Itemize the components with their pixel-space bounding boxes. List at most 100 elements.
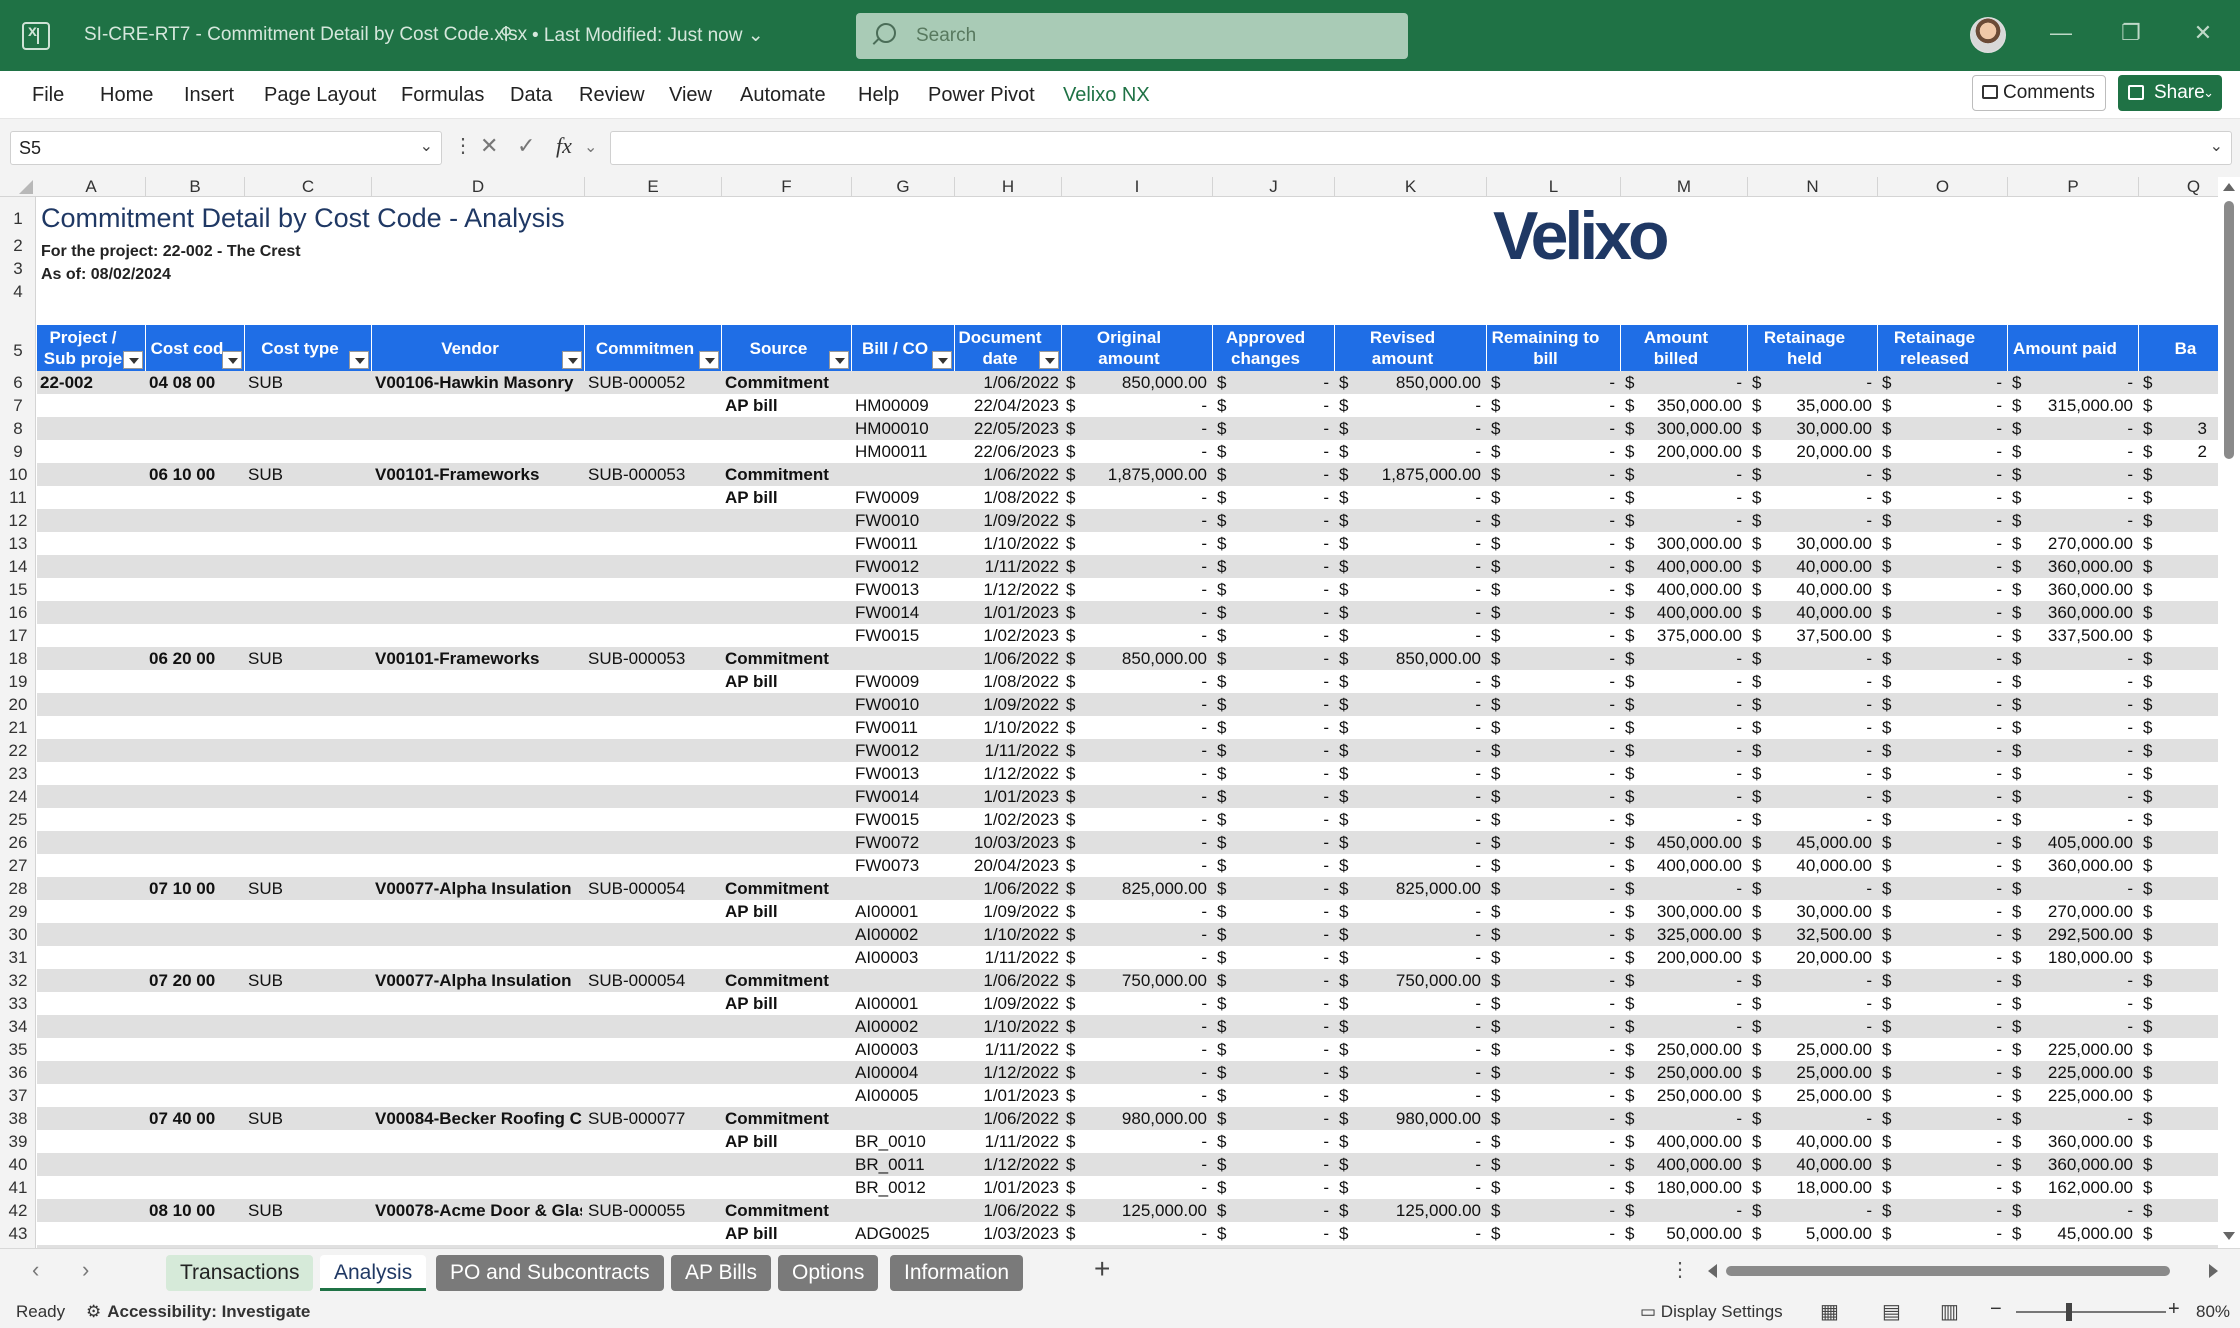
close-button[interactable]: ✕ bbox=[2188, 20, 2218, 46]
cell-j[interactable]: - bbox=[1229, 739, 1329, 762]
cell-e[interactable]: SUB-000052 bbox=[588, 371, 719, 394]
cell-m[interactable]: 200,000.00 bbox=[1637, 440, 1742, 463]
cell-i[interactable]: - bbox=[1078, 923, 1207, 946]
cell-f[interactable]: AP bill bbox=[725, 900, 849, 923]
table-row[interactable]: AP bill AI00001 1/09/2022 $ - $ - $ - $ - $300,000.… bbox=[37, 900, 2218, 923]
cell-l[interactable]: - bbox=[1503, 463, 1615, 486]
cell-n[interactable]: 37,500.00 bbox=[1764, 624, 1872, 647]
cell-l[interactable]: - bbox=[1503, 394, 1615, 417]
cell-j[interactable]: - bbox=[1229, 624, 1329, 647]
cell-i[interactable]: - bbox=[1078, 946, 1207, 969]
cell-j[interactable]: - bbox=[1229, 1084, 1329, 1107]
cell-d[interactable]: V00101-Frameworks bbox=[375, 647, 582, 670]
table-header-cell[interactable]: Bill / CO bbox=[852, 325, 955, 371]
cell-j[interactable]: - bbox=[1229, 854, 1329, 877]
cell-g[interactable]: FW0009 bbox=[855, 670, 952, 693]
cell-l[interactable]: - bbox=[1503, 509, 1615, 532]
tab-help[interactable]: Help bbox=[858, 84, 899, 107]
cell-m[interactable]: 180,000.00 bbox=[1637, 1176, 1742, 1199]
cell-l[interactable]: - bbox=[1503, 1015, 1615, 1038]
scroll-right-icon[interactable] bbox=[2209, 1264, 2218, 1278]
table-row[interactable]: AI00003 1/11/2022 $ - $ - $ - $ - $250,000.00 $25,0… bbox=[37, 1038, 2218, 1061]
cell-l[interactable]: - bbox=[1503, 1061, 1615, 1084]
cell-k[interactable]: - bbox=[1351, 670, 1481, 693]
cell-i[interactable]: 1,875,000.00 bbox=[1078, 463, 1207, 486]
cell-p[interactable]: 270,000.00 bbox=[2024, 532, 2133, 555]
row-header[interactable]: 1 bbox=[0, 207, 36, 230]
cell-k[interactable]: - bbox=[1351, 578, 1481, 601]
cell-k[interactable]: - bbox=[1351, 808, 1481, 831]
sheet-cells[interactable]: Commitment Detail by Cost Code - Analysi… bbox=[37, 197, 2218, 1248]
cell-m[interactable]: 250,000.00 bbox=[1637, 1084, 1742, 1107]
cell-h[interactable]: 1/10/2022 bbox=[958, 1015, 1059, 1038]
table-row[interactable]: AP bill ADG0025 1/03/2023 $ - $ - $ - $ - $50,000.0… bbox=[37, 1222, 2218, 1245]
cell-j[interactable]: - bbox=[1229, 647, 1329, 670]
cell-k[interactable]: 980,000.00 bbox=[1351, 1107, 1481, 1130]
cell-j[interactable]: - bbox=[1229, 923, 1329, 946]
row-header[interactable]: 3 bbox=[0, 257, 36, 280]
row-header[interactable]: 11 bbox=[0, 486, 36, 509]
cell-h[interactable]: 1/06/2022 bbox=[958, 969, 1059, 992]
cell-m[interactable]: 250,000.00 bbox=[1637, 1038, 1742, 1061]
filter-dropdown-icon[interactable] bbox=[123, 351, 143, 369]
cell-h[interactable]: 1/10/2022 bbox=[958, 716, 1059, 739]
cell-g[interactable]: AI00003 bbox=[855, 946, 952, 969]
cell-n[interactable]: - bbox=[1764, 647, 1872, 670]
row-header[interactable]: 28 bbox=[0, 877, 36, 900]
cell-g[interactable]: FW0013 bbox=[855, 762, 952, 785]
cell-k[interactable]: - bbox=[1351, 831, 1481, 854]
cell-i[interactable]: - bbox=[1078, 808, 1207, 831]
cell-h[interactable]: 1/12/2022 bbox=[958, 1153, 1059, 1176]
cell-j[interactable]: - bbox=[1229, 1176, 1329, 1199]
prev-sheet-icon[interactable]: ‹ bbox=[32, 1257, 39, 1283]
cell-p[interactable]: - bbox=[2024, 808, 2133, 831]
filter-dropdown-icon[interactable] bbox=[349, 351, 369, 369]
cell-m[interactable]: - bbox=[1637, 509, 1742, 532]
cell-i[interactable]: - bbox=[1078, 1084, 1207, 1107]
filter-dropdown-icon[interactable] bbox=[829, 351, 849, 369]
cell-h[interactable]: 1/10/2022 bbox=[958, 532, 1059, 555]
search-box[interactable] bbox=[856, 13, 1408, 59]
tab-power-pivot[interactable]: Power Pivot bbox=[928, 84, 1035, 107]
table-row[interactable]: FW0014 1/01/2023 $ - $ - $ - $ - $ - $ - $ - $ - $ bbox=[37, 785, 2218, 808]
cell-m[interactable]: - bbox=[1637, 463, 1742, 486]
share-button[interactable]: Share ⌄ bbox=[2118, 75, 2222, 111]
cell-j[interactable]: - bbox=[1229, 946, 1329, 969]
cell-k[interactable]: - bbox=[1351, 1176, 1481, 1199]
cell-e[interactable]: SUB-000054 bbox=[588, 877, 719, 900]
row-header[interactable]: 41 bbox=[0, 1176, 36, 1199]
table-row[interactable]: AP bill HM00009 22/04/2023 $ - $ - $ - $ - $350,000… bbox=[37, 394, 2218, 417]
cell-h[interactable]: 22/04/2023 bbox=[958, 394, 1059, 417]
tab-insert[interactable]: Insert bbox=[184, 84, 234, 107]
insert-function-icon[interactable]: fx bbox=[556, 133, 572, 159]
column-header-e[interactable]: E bbox=[585, 177, 722, 197]
cell-k[interactable]: - bbox=[1351, 785, 1481, 808]
cell-i[interactable]: - bbox=[1078, 854, 1207, 877]
cell-p[interactable]: - bbox=[2024, 739, 2133, 762]
cell-g[interactable]: AI00005 bbox=[855, 1084, 952, 1107]
cell-n[interactable]: - bbox=[1764, 486, 1872, 509]
cell-m[interactable]: - bbox=[1637, 1199, 1742, 1222]
table-row[interactable]: AP bill AI00001 1/09/2022 $ - $ - $ - $ - $ - $ - $ - $ - $ bbox=[37, 992, 2218, 1015]
cell-k[interactable]: - bbox=[1351, 532, 1481, 555]
cell-k[interactable]: 825,000.00 bbox=[1351, 877, 1481, 900]
cell-p[interactable]: 360,000.00 bbox=[2024, 555, 2133, 578]
cell-p[interactable]: - bbox=[2024, 877, 2133, 900]
row-header[interactable]: 43 bbox=[0, 1222, 36, 1245]
cell-j[interactable]: - bbox=[1229, 601, 1329, 624]
cell-f[interactable]: Commitment bbox=[725, 1107, 849, 1130]
cell-n[interactable]: 20,000.00 bbox=[1764, 946, 1872, 969]
cell-m[interactable]: 400,000.00 bbox=[1637, 1130, 1742, 1153]
formula-input[interactable]: ⌄ bbox=[610, 131, 2232, 165]
zoom-out-icon[interactable]: − bbox=[1990, 1298, 2002, 1321]
cell-g[interactable]: FW0015 bbox=[855, 808, 952, 831]
cell-e[interactable]: SUB-000077 bbox=[588, 1107, 719, 1130]
cell-m[interactable]: - bbox=[1637, 486, 1742, 509]
cell-o[interactable]: - bbox=[1894, 831, 2002, 854]
cell-l[interactable]: - bbox=[1503, 1176, 1615, 1199]
row-header[interactable]: 21 bbox=[0, 716, 36, 739]
cell-h[interactable]: 1/09/2022 bbox=[958, 900, 1059, 923]
cell-l[interactable]: - bbox=[1503, 992, 1615, 1015]
cell-j[interactable]: - bbox=[1229, 785, 1329, 808]
cell-k[interactable]: - bbox=[1351, 440, 1481, 463]
